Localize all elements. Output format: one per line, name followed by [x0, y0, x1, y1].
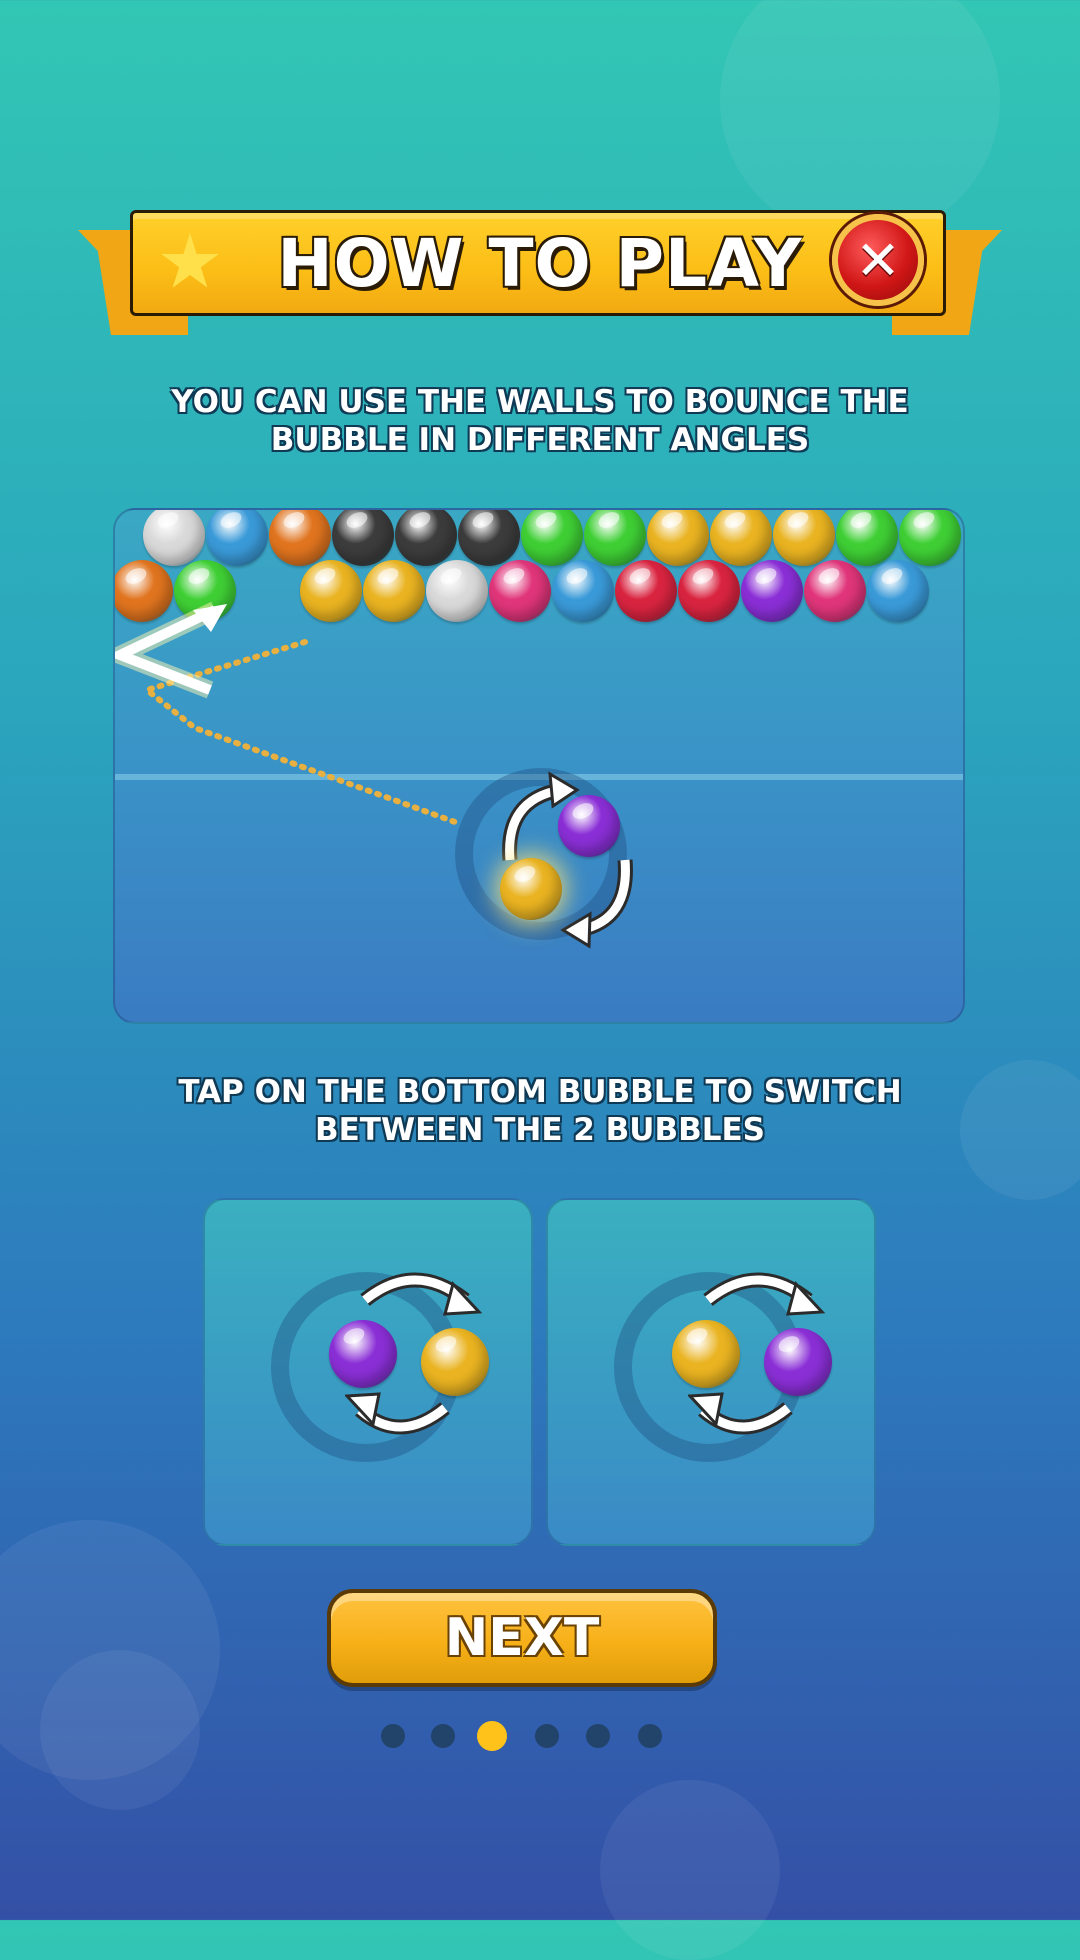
background-bubble	[960, 1060, 1080, 1200]
swap-arrows-icon	[502, 771, 633, 949]
swap-bubble-left	[329, 1320, 397, 1388]
close-button[interactable]: ✕	[832, 214, 924, 306]
page-dot[interactable]	[381, 1724, 405, 1748]
bounce-demo-panel	[113, 508, 965, 1024]
swap-example-after	[546, 1198, 876, 1546]
background-bubble	[600, 1780, 780, 1960]
instruction-line: BETWEEN THE 2 BUBBLES	[315, 1112, 765, 1148]
instruction-line: YOU CAN USE THE WALLS TO BOUNCE THE	[171, 384, 909, 420]
page-dot[interactable]	[431, 1724, 455, 1748]
page-title: HOW TO PLAY	[277, 224, 803, 302]
page-dot[interactable]	[535, 1724, 559, 1748]
next-button[interactable]: NEXT	[327, 1589, 717, 1687]
swap-bubble-left	[672, 1320, 740, 1388]
bounce-arrow-icon	[115, 601, 227, 699]
shooter-bubble-next[interactable]	[558, 795, 620, 857]
swap-bubble-right	[764, 1328, 832, 1396]
instruction-bounce: YOU CAN USE THE WALLS TO BOUNCE THE BUBB…	[140, 383, 940, 459]
swap-example-before	[203, 1198, 533, 1546]
page-dot-active[interactable]	[477, 1721, 507, 1751]
shooter-bubble-current[interactable]	[500, 858, 562, 920]
close-icon: ✕	[855, 228, 901, 292]
swap-bubble-right	[421, 1328, 489, 1396]
background-bubble	[40, 1650, 200, 1810]
instruction-switch: TAP ON THE BOTTOM BUBBLE TO SWITCH BETWE…	[140, 1073, 940, 1149]
background-bubble	[720, 0, 1000, 240]
instruction-line: BUBBLE IN DIFFERENT ANGLES	[270, 422, 810, 458]
instruction-line: TAP ON THE BOTTOM BUBBLE TO SWITCH	[178, 1074, 902, 1110]
page-dot[interactable]	[638, 1724, 662, 1748]
page-dot[interactable]	[586, 1724, 610, 1748]
next-button-label: NEXT	[444, 1608, 600, 1668]
